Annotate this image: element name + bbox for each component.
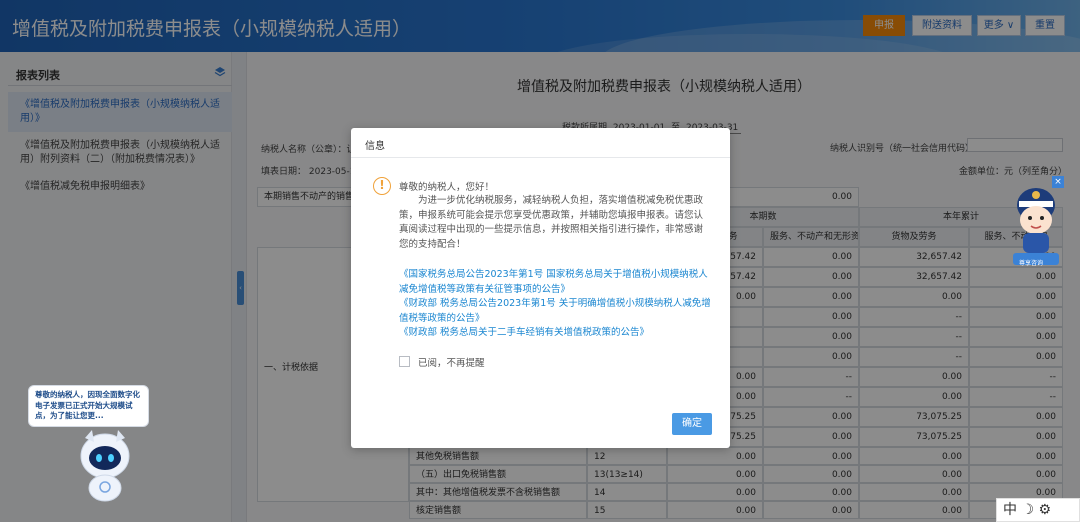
info-dialog: 信息 ! 尊敬的纳税人，您好！ 为进一步优化纳税服务，减轻纳税人负担，落实增值税… [351, 128, 730, 448]
close-icon[interactable]: × [1052, 176, 1064, 188]
policy-link-2[interactable]: 《财政部 税务总局公告2023年第1号 关于明确增值税小规模纳税人减免增值税等政… [399, 297, 714, 326]
ok-button[interactable]: 确定 [672, 413, 712, 435]
policy-link-3[interactable]: 《财政部 税务总局关于二手车经销有关增值税政策的公告》 [399, 326, 714, 341]
gear-icon[interactable]: ⚙ [1038, 502, 1051, 518]
robot-mascot-icon[interactable] [78, 428, 133, 504]
warning-icon: ! [373, 177, 391, 195]
assistant-label[interactable]: 尊享咨询 [1019, 258, 1043, 267]
chatbot-bubble[interactable]: 尊敬的纳税人，因现全面数字化电子发票已正式开始大规模试点，为了能让您更... [28, 385, 149, 427]
tax-assistant-avatar[interactable] [1005, 175, 1067, 270]
ime-language[interactable]: 中 [1003, 502, 1017, 518]
dialog-message: 为进一步优化纳税服务，减轻纳税人负担，落实增值税减免税优惠政策，申报系统可能会提… [399, 195, 704, 250]
dont-remind-label[interactable]: 已阅，不再提醒 [418, 355, 485, 369]
moon-icon[interactable]: ☽ [1021, 502, 1034, 518]
dialog-greeting: 尊敬的纳税人，您好！ [399, 182, 495, 193]
dont-remind-checkbox[interactable] [399, 356, 410, 367]
dialog-title: 信息 [365, 141, 385, 152]
ime-statusbar: 中 ☽ ⚙ [996, 498, 1080, 522]
dialog-header: 信息 [351, 128, 730, 158]
policy-link-1[interactable]: 《国家税务总局公告2023年第1号 国家税务总局关于增值税小规模纳税人减免增值税… [399, 268, 714, 297]
